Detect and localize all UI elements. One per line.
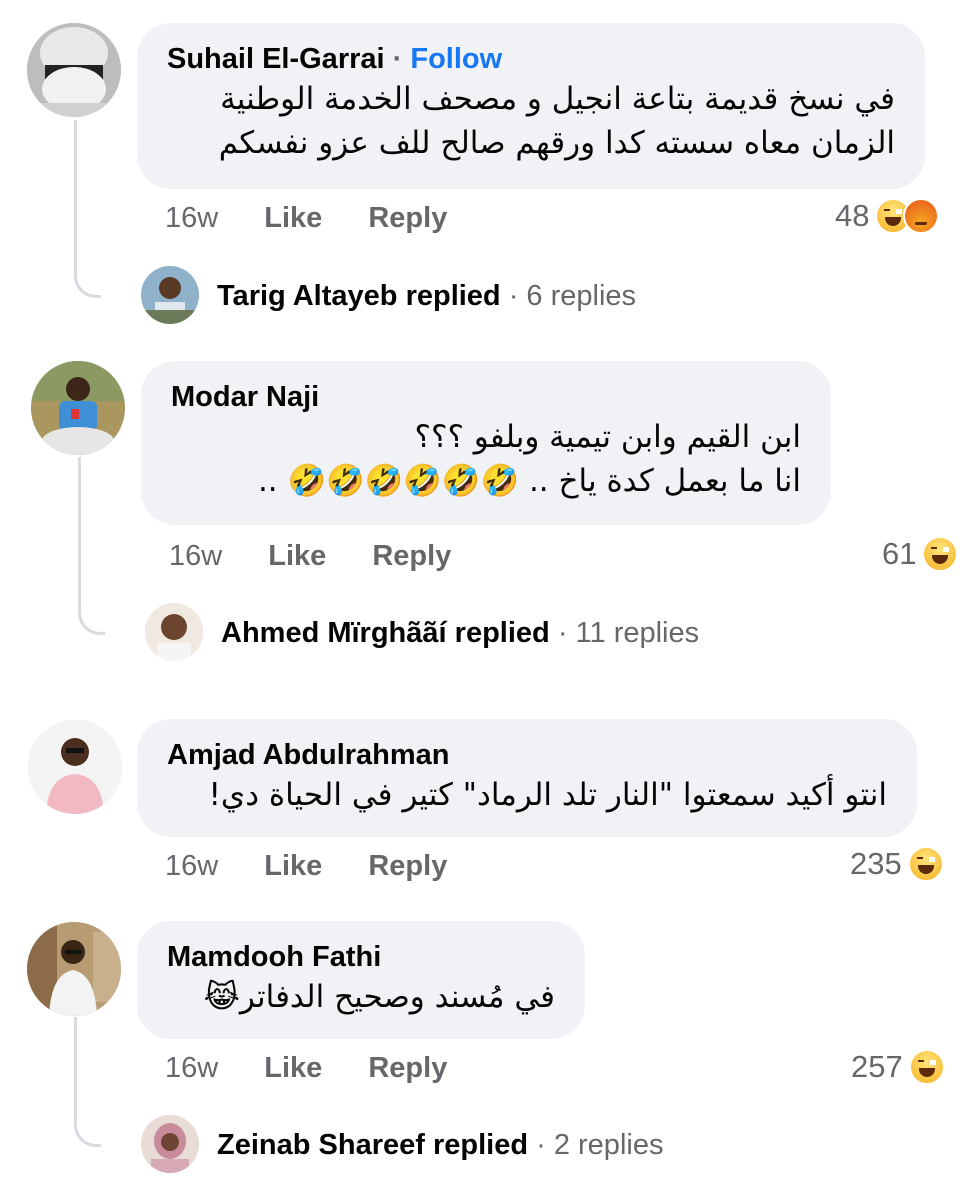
comment-text-line: في مُسند وصحيح الدفاتر😹 <box>203 979 555 1015</box>
reply-author: Zeinab Shareef <box>217 1129 425 1161</box>
comment-actions: 16w Like Reply <box>165 1052 485 1085</box>
reaction-count: 61 <box>882 536 917 571</box>
avatar-image <box>27 23 121 117</box>
avatar-image <box>141 266 199 324</box>
follow-button[interactable]: Follow <box>410 43 502 75</box>
comment-text-line: ابن القيم وابن تيمية وبلفو ؟؟؟ <box>414 419 801 455</box>
reaction-count: 235 <box>850 846 902 881</box>
comment-timestamp[interactable]: 16w <box>165 202 218 234</box>
comment-actions: 16w Like Reply <box>165 202 485 235</box>
replied-label: replied <box>432 1129 529 1161</box>
replies-link[interactable]: Ahmed Mïrghããí replied · 11 replies <box>221 617 699 650</box>
avatar[interactable] <box>28 720 122 814</box>
comment-author[interactable]: Suhail El-Garrai <box>167 43 385 75</box>
haha-icon <box>908 1049 945 1085</box>
avatar[interactable] <box>31 361 125 455</box>
replied-label: replied <box>405 280 501 312</box>
comment-text-line: انا ما بعمل كدة ياخ .. 🤣🤣🤣🤣🤣🤣 .. <box>257 463 801 499</box>
reaction-count: 257 <box>851 1049 903 1084</box>
comment-text-line: في نسخ قديمة بتاعة انجيل و مصحف الخدمة ا… <box>220 81 895 117</box>
reply-count: · 2 replies <box>536 1129 664 1161</box>
avatar-image <box>141 1115 199 1173</box>
avatar[interactable] <box>27 922 121 1016</box>
haha-icon <box>907 846 944 882</box>
avatar-image <box>145 603 203 661</box>
haha-icon <box>922 536 959 572</box>
comment-author[interactable]: Modar Naji <box>171 379 801 415</box>
comment-bubble: Suhail El-Garrai · Follow في نسخ قديمة ب… <box>137 23 925 189</box>
reply-button[interactable]: Reply <box>368 202 447 234</box>
reaction-summary[interactable]: 235 <box>850 846 944 882</box>
reply-author: Ahmed Mïrghããí <box>221 617 447 649</box>
replies-link[interactable]: Zeinab Shareef replied · 2 replies <box>217 1129 663 1162</box>
angry-icon <box>903 198 940 234</box>
reply-author: Tarig Altayeb <box>217 280 398 312</box>
like-button[interactable]: Like <box>264 850 322 882</box>
reply-count: · 11 replies <box>557 617 700 649</box>
comment-actions: 16w Like Reply <box>169 540 489 573</box>
thread-connector <box>74 120 101 298</box>
like-button[interactable]: Like <box>268 540 326 572</box>
avatar-image <box>28 720 122 814</box>
comment-bubble: Amjad Abdulrahman انتو أكيد سمعتوا "النا… <box>137 719 917 837</box>
comment-actions: 16w Like Reply <box>165 850 485 883</box>
like-button[interactable]: Like <box>264 1052 322 1084</box>
comment-author[interactable]: Mamdooh Fathi <box>167 939 555 975</box>
comment-text-line: الزمان معاه سسته كدا ورقهم صالح للف عزو … <box>218 125 895 161</box>
reply-button[interactable]: Reply <box>372 540 451 572</box>
comment-timestamp[interactable]: 16w <box>165 850 218 882</box>
reply-avatar[interactable] <box>145 603 203 661</box>
separator-dot: · <box>392 43 403 75</box>
reply-count: · 6 replies <box>508 280 637 312</box>
reaction-summary[interactable]: 48 <box>835 198 940 234</box>
reply-avatar[interactable] <box>141 1115 199 1173</box>
reply-avatar[interactable] <box>141 266 199 324</box>
reply-button[interactable]: Reply <box>368 850 447 882</box>
reply-button[interactable]: Reply <box>368 1052 447 1084</box>
replies-link[interactable]: Tarig Altayeb replied · 6 replies <box>217 280 636 313</box>
comment-bubble: Mamdooh Fathi في مُسند وصحيح الدفاتر😹 <box>137 921 585 1039</box>
reaction-count: 48 <box>835 198 870 233</box>
reaction-summary[interactable]: 257 <box>851 1049 945 1085</box>
avatar[interactable] <box>27 23 121 117</box>
like-button[interactable]: Like <box>264 202 322 234</box>
comment-timestamp[interactable]: 16w <box>169 540 222 572</box>
avatar-image <box>31 361 125 455</box>
comment-text-line: انتو أكيد سمعتوا "النار تلد الرماد" كتير… <box>208 777 888 813</box>
comment-bubble: Modar Naji ابن القيم وابن تيمية وبلفو ؟؟… <box>141 361 831 525</box>
comment-author[interactable]: Amjad Abdulrahman <box>167 737 887 773</box>
reaction-summary[interactable]: 61 <box>882 536 959 572</box>
thread-connector <box>74 1017 101 1147</box>
comment-timestamp[interactable]: 16w <box>165 1052 218 1084</box>
avatar-image <box>27 922 121 1016</box>
replied-label: replied <box>454 617 550 649</box>
thread-connector <box>78 457 105 635</box>
